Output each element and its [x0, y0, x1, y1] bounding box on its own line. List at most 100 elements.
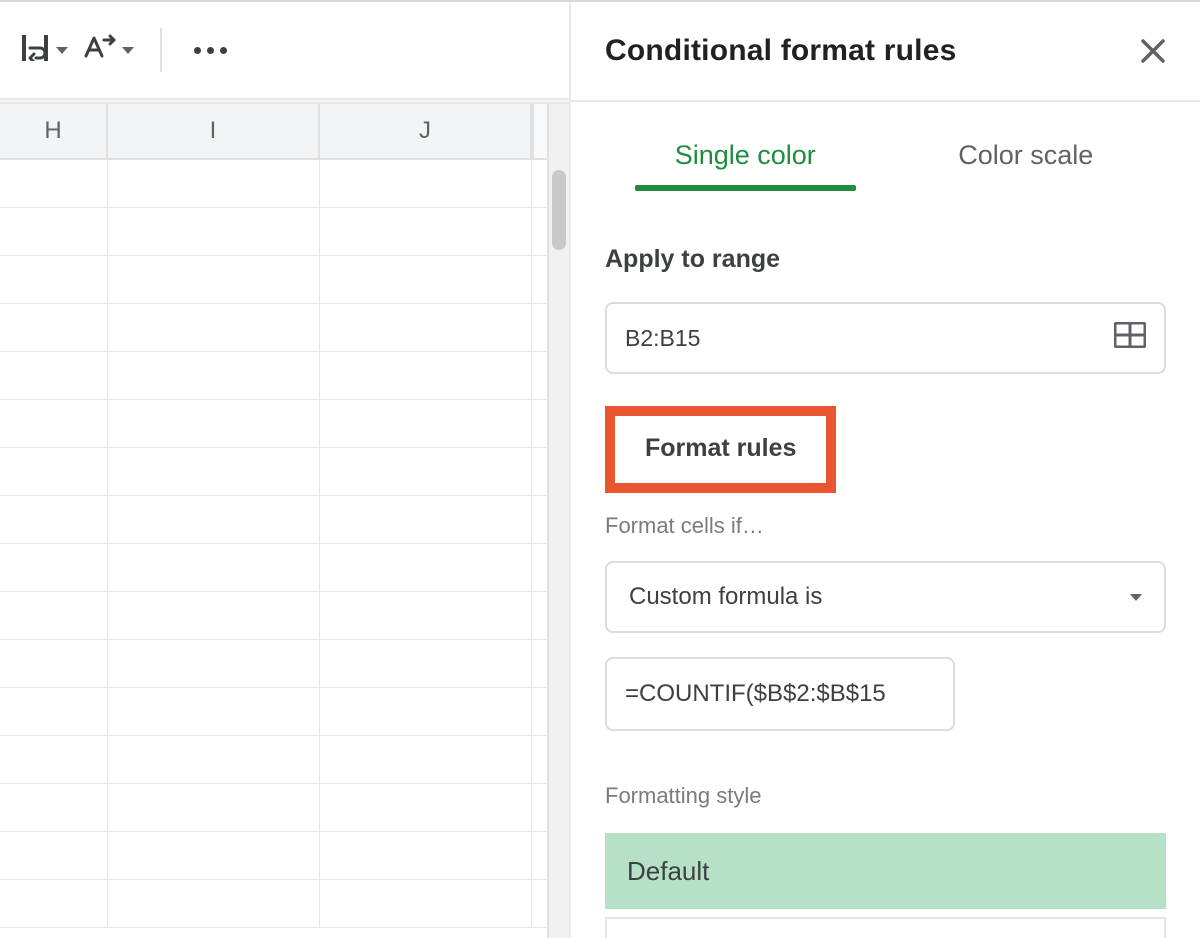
grid-cell[interactable]	[0, 208, 108, 255]
vertical-scrollbar-track[interactable]	[547, 104, 569, 160]
close-panel-button[interactable]	[1140, 38, 1166, 64]
grid-row[interactable]	[0, 160, 569, 208]
grid-cell[interactable]	[108, 304, 320, 351]
vertical-scrollbar[interactable]	[547, 160, 569, 938]
grid-cell[interactable]	[320, 832, 532, 879]
grid-row[interactable]	[0, 736, 569, 784]
column-header-h[interactable]: H	[0, 104, 108, 158]
grid-cell[interactable]	[532, 256, 547, 303]
grid-cell[interactable]	[0, 832, 108, 879]
grid-cell[interactable]	[532, 640, 547, 687]
toolbar-separator	[160, 28, 162, 72]
grid-cell[interactable]	[320, 736, 532, 783]
select-range-button[interactable]	[1114, 322, 1146, 354]
grid-cell[interactable]	[0, 784, 108, 831]
grid-cell[interactable]	[532, 448, 547, 495]
tab-color-scale[interactable]: Color scale	[886, 126, 1167, 189]
grid-cell[interactable]	[108, 640, 320, 687]
grid-cell[interactable]	[532, 832, 547, 879]
grid-cell[interactable]	[108, 880, 320, 927]
apply-to-range-input[interactable]: B2:B15	[605, 302, 1166, 374]
grid-cell[interactable]	[320, 448, 532, 495]
grid-cell[interactable]	[108, 784, 320, 831]
grid-cell[interactable]	[0, 160, 108, 207]
grid-cell[interactable]	[320, 160, 532, 207]
vertical-scrollbar-thumb[interactable]	[552, 170, 566, 250]
grid-row[interactable]	[0, 496, 569, 544]
grid-row[interactable]	[0, 544, 569, 592]
text-rotation-button[interactable]	[82, 34, 134, 67]
grid-cell[interactable]	[532, 688, 547, 735]
grid-cell[interactable]	[532, 592, 547, 639]
grid-cell[interactable]	[108, 256, 320, 303]
grid-cell[interactable]	[320, 592, 532, 639]
grid-cell[interactable]	[0, 640, 108, 687]
grid-cell[interactable]	[0, 256, 108, 303]
tab-single-color[interactable]: Single color	[605, 126, 886, 189]
custom-formula-input[interactable]: =COUNTIF($B$2:$B$15	[605, 657, 955, 731]
grid-cell[interactable]	[320, 256, 532, 303]
grid-row[interactable]	[0, 448, 569, 496]
grid-cell[interactable]	[0, 736, 108, 783]
grid-cell[interactable]	[320, 640, 532, 687]
grid-cell[interactable]	[0, 496, 108, 543]
grid-cell[interactable]	[0, 400, 108, 447]
grid-row[interactable]	[0, 784, 569, 832]
grid-cell[interactable]	[320, 544, 532, 591]
grid-row[interactable]	[0, 640, 569, 688]
grid-row[interactable]	[0, 592, 569, 640]
text-wrap-button[interactable]	[20, 35, 68, 66]
grid-cell[interactable]	[108, 832, 320, 879]
grid-cell[interactable]	[532, 736, 547, 783]
grid-row[interactable]	[0, 832, 569, 880]
grid-cell[interactable]	[0, 448, 108, 495]
grid-cell[interactable]	[320, 496, 532, 543]
grid-cell[interactable]	[108, 352, 320, 399]
grid-rows[interactable]	[0, 160, 569, 928]
grid-cell[interactable]	[108, 208, 320, 255]
grid-cell[interactable]	[320, 688, 532, 735]
grid-cell[interactable]	[532, 400, 547, 447]
grid-cell[interactable]	[532, 304, 547, 351]
grid-row[interactable]	[0, 400, 569, 448]
grid-cell[interactable]	[320, 880, 532, 927]
column-header-j[interactable]: J	[320, 104, 532, 158]
grid-cell[interactable]	[108, 688, 320, 735]
grid-cell[interactable]	[320, 304, 532, 351]
grid-cell[interactable]	[532, 496, 547, 543]
grid-cell[interactable]	[532, 160, 547, 207]
grid-cell[interactable]	[108, 496, 320, 543]
format-condition-dropdown[interactable]: Custom formula is	[605, 561, 1166, 633]
column-header-i[interactable]: I	[108, 104, 320, 158]
formatting-style-preview[interactable]: Default	[605, 833, 1166, 909]
grid-cell[interactable]	[108, 544, 320, 591]
grid-cell[interactable]	[0, 592, 108, 639]
grid-cell[interactable]	[108, 736, 320, 783]
grid-cell[interactable]	[108, 160, 320, 207]
grid-cell[interactable]	[320, 784, 532, 831]
grid-row[interactable]	[0, 256, 569, 304]
grid-cell[interactable]	[532, 880, 547, 927]
grid-cell[interactable]	[108, 592, 320, 639]
grid-cell[interactable]	[320, 208, 532, 255]
grid-cell[interactable]	[108, 400, 320, 447]
grid-cell[interactable]	[108, 448, 320, 495]
grid-cell[interactable]	[0, 352, 108, 399]
grid-cell[interactable]	[320, 400, 532, 447]
grid-row[interactable]	[0, 208, 569, 256]
grid-row[interactable]	[0, 352, 569, 400]
grid-cell[interactable]	[532, 208, 547, 255]
grid-cell[interactable]	[532, 784, 547, 831]
grid-row[interactable]	[0, 880, 569, 928]
grid-cell[interactable]	[320, 352, 532, 399]
grid-cell[interactable]	[0, 880, 108, 927]
grid-cell[interactable]	[0, 544, 108, 591]
grid-cell[interactable]	[532, 352, 547, 399]
spreadsheet-grid[interactable]: H I J	[0, 102, 569, 938]
more-toolbar-button[interactable]	[188, 47, 233, 54]
grid-row[interactable]	[0, 688, 569, 736]
grid-row[interactable]	[0, 304, 569, 352]
grid-cell[interactable]	[0, 304, 108, 351]
grid-cell[interactable]	[0, 688, 108, 735]
grid-cell[interactable]	[532, 544, 547, 591]
